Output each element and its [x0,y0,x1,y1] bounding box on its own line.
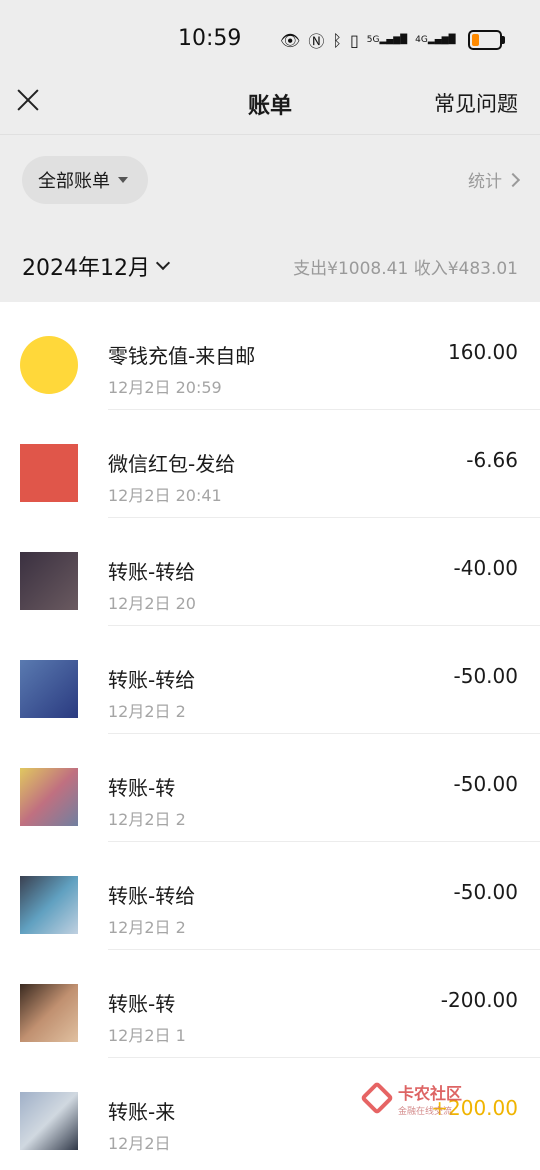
transaction-title: 转账-转给 [108,884,196,908]
status-time: 10:59 [178,26,242,51]
transaction-date: 12月2日 20:41 [108,486,222,505]
transaction-row[interactable]: 零钱充值-来自邮 12月2日 20:59 160.00 [0,302,540,410]
kanong-logo-icon [362,1083,394,1115]
chevron-right-icon [505,172,521,187]
transaction-title: 转账-转给 [108,560,196,584]
month-selector[interactable]: 2024年12月 [22,250,171,282]
chevron-down-icon [155,255,171,271]
avatar [20,984,78,1042]
transaction-amount: 160.00 [448,340,518,364]
signal-5g-icon: 5G▂▄▆█ [366,34,408,45]
caret-down-icon [118,177,128,183]
transaction-date: 12月2日 1 [108,1026,186,1045]
transaction-row[interactable]: 微信红包-发给 12月2日 20:41 -6.66 [0,410,540,518]
transaction-row[interactable]: 转账-转给 12月2日 20 -40.00 [0,518,540,626]
watermark-text: 卡农社区 金融在线交流 [398,1080,462,1117]
signal-4g-icon: 4G▂▄▆█ [415,34,456,45]
month-header: 2024年12月 支出¥1008.41 收入¥483.01 [0,226,540,302]
nfc-icon: Ⓝ [308,32,325,51]
stats-label: 统计 [468,172,502,192]
transaction-amount: -50.00 [453,772,518,796]
filter-label: 全部账单 [38,171,110,192]
watermark-sub: 金融在线交流 [398,1107,453,1117]
transaction-amount: -40.00 [453,556,518,580]
transaction-amount: -200.00 [440,988,518,1012]
transaction-row[interactable]: 转账-转 12月2日 1 -200.00 [0,950,540,1058]
transaction-date: 12月2日 2 [108,918,186,937]
transaction-date: 12月2日 2 [108,810,186,829]
transaction-title: 微信红包-发给 [108,452,236,476]
watermark: 卡农社区 金融在线交流 [362,1080,462,1117]
transaction-amount: -50.00 [453,880,518,904]
transaction-row[interactable]: 转账-转 12月2日 2 -50.00 [0,734,540,842]
month-label: 2024年12月 [22,256,150,281]
filter-dropdown[interactable]: 全部账单 [22,156,148,204]
transaction-amount: -50.00 [453,664,518,688]
status-bar: 10:59 👁 Ⓝ ᛒ ▯ 5G▂▄▆█ 4G▂▄▆█ [0,0,540,72]
avatar [20,552,78,610]
transaction-title: 转账-来 [108,1100,176,1124]
faq-link[interactable]: 常见问题 [434,88,518,118]
eye-icon: 👁 [280,30,301,50]
transaction-list: 零钱充值-来自邮 12月2日 20:59 160.00 微信红包-发给 12月2… [0,302,540,1166]
transaction-title: 转账-转 [108,776,176,800]
transaction-title: 零钱充值-来自邮 [108,344,256,368]
transaction-amount: -6.66 [466,448,518,472]
avatar [20,768,78,826]
transaction-row[interactable]: 转账-转给 12月2日 2 -50.00 [0,842,540,950]
transaction-date: 12月2日 [108,1134,171,1153]
transaction-date: 12月2日 20 [108,594,196,613]
transaction-row[interactable]: 转账-转给 12月2日 2 -50.00 [0,626,540,734]
battery-low-icon [467,30,505,50]
transaction-title: 转账-转给 [108,668,196,692]
month-summary: 支出¥1008.41 收入¥483.01 [293,259,518,279]
vibrate-icon: ▯ [349,30,359,50]
stats-link[interactable]: 统计 [468,167,521,192]
nav-bar: 账单 常见问题 [0,72,540,134]
avatar [20,660,78,718]
avatar [20,336,78,394]
bluetooth-icon: ᛒ [332,30,342,50]
avatar [20,876,78,934]
nav-divider [0,134,540,135]
watermark-name: 卡农社区 [398,1084,463,1103]
transaction-date: 12月2日 2 [108,702,186,721]
avatar [20,444,78,502]
transaction-date: 12月2日 20:59 [108,378,222,397]
avatar [20,1092,78,1150]
transaction-title: 转账-转 [108,992,176,1016]
header-area: 10:59 👁 Ⓝ ᛒ ▯ 5G▂▄▆█ 4G▂▄▆█ 账单 常见问题 全部账单… [0,0,540,302]
status-icons: 👁 Ⓝ ᛒ ▯ 5G▂▄▆█ 4G▂▄▆█ [280,28,505,52]
